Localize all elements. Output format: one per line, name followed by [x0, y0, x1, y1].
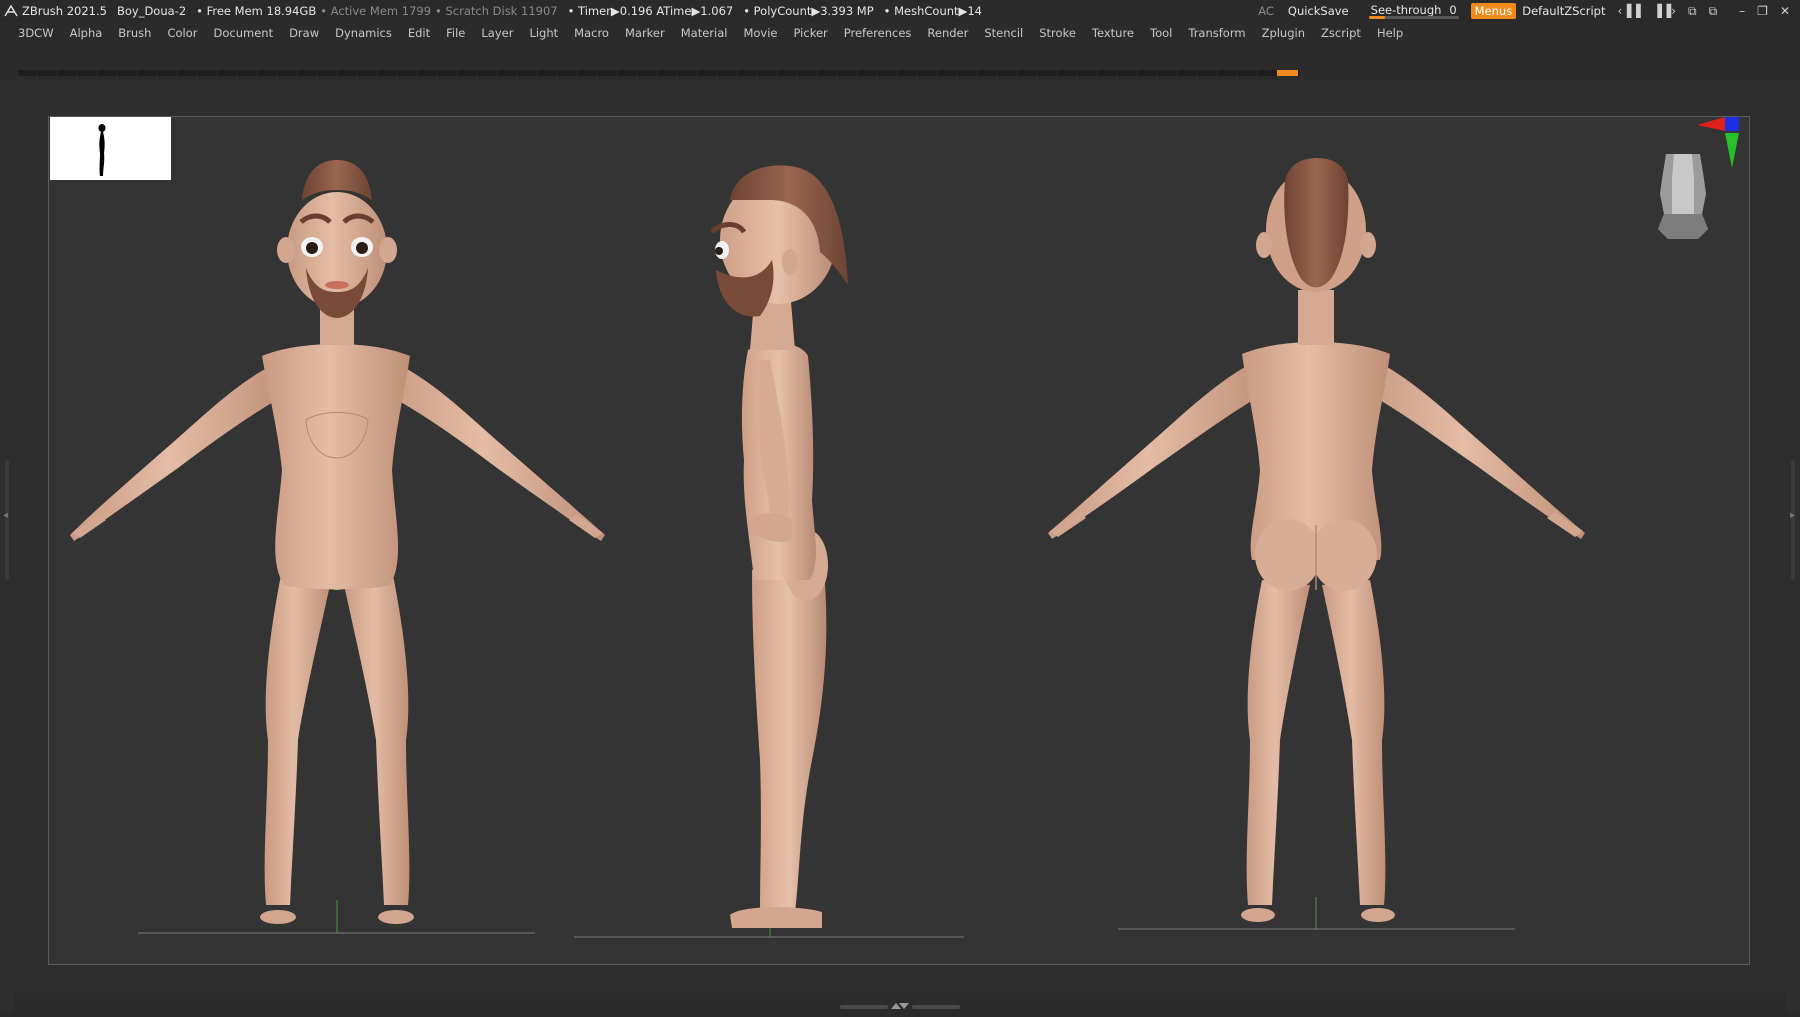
expand-icon[interactable]: [890, 1002, 910, 1010]
character-front-view[interactable]: [70, 160, 605, 924]
viewport-3d[interactable]: [0, 0, 1800, 1013]
character-back-view[interactable]: [1048, 158, 1585, 922]
bottom-handle-bar: [840, 1005, 888, 1009]
character-side-view[interactable]: [710, 165, 848, 928]
bottom-handle-bar: [912, 1005, 960, 1009]
axis-gizmo-icon[interactable]: [1697, 113, 1747, 173]
bottom-tray-handle[interactable]: [840, 1002, 960, 1010]
